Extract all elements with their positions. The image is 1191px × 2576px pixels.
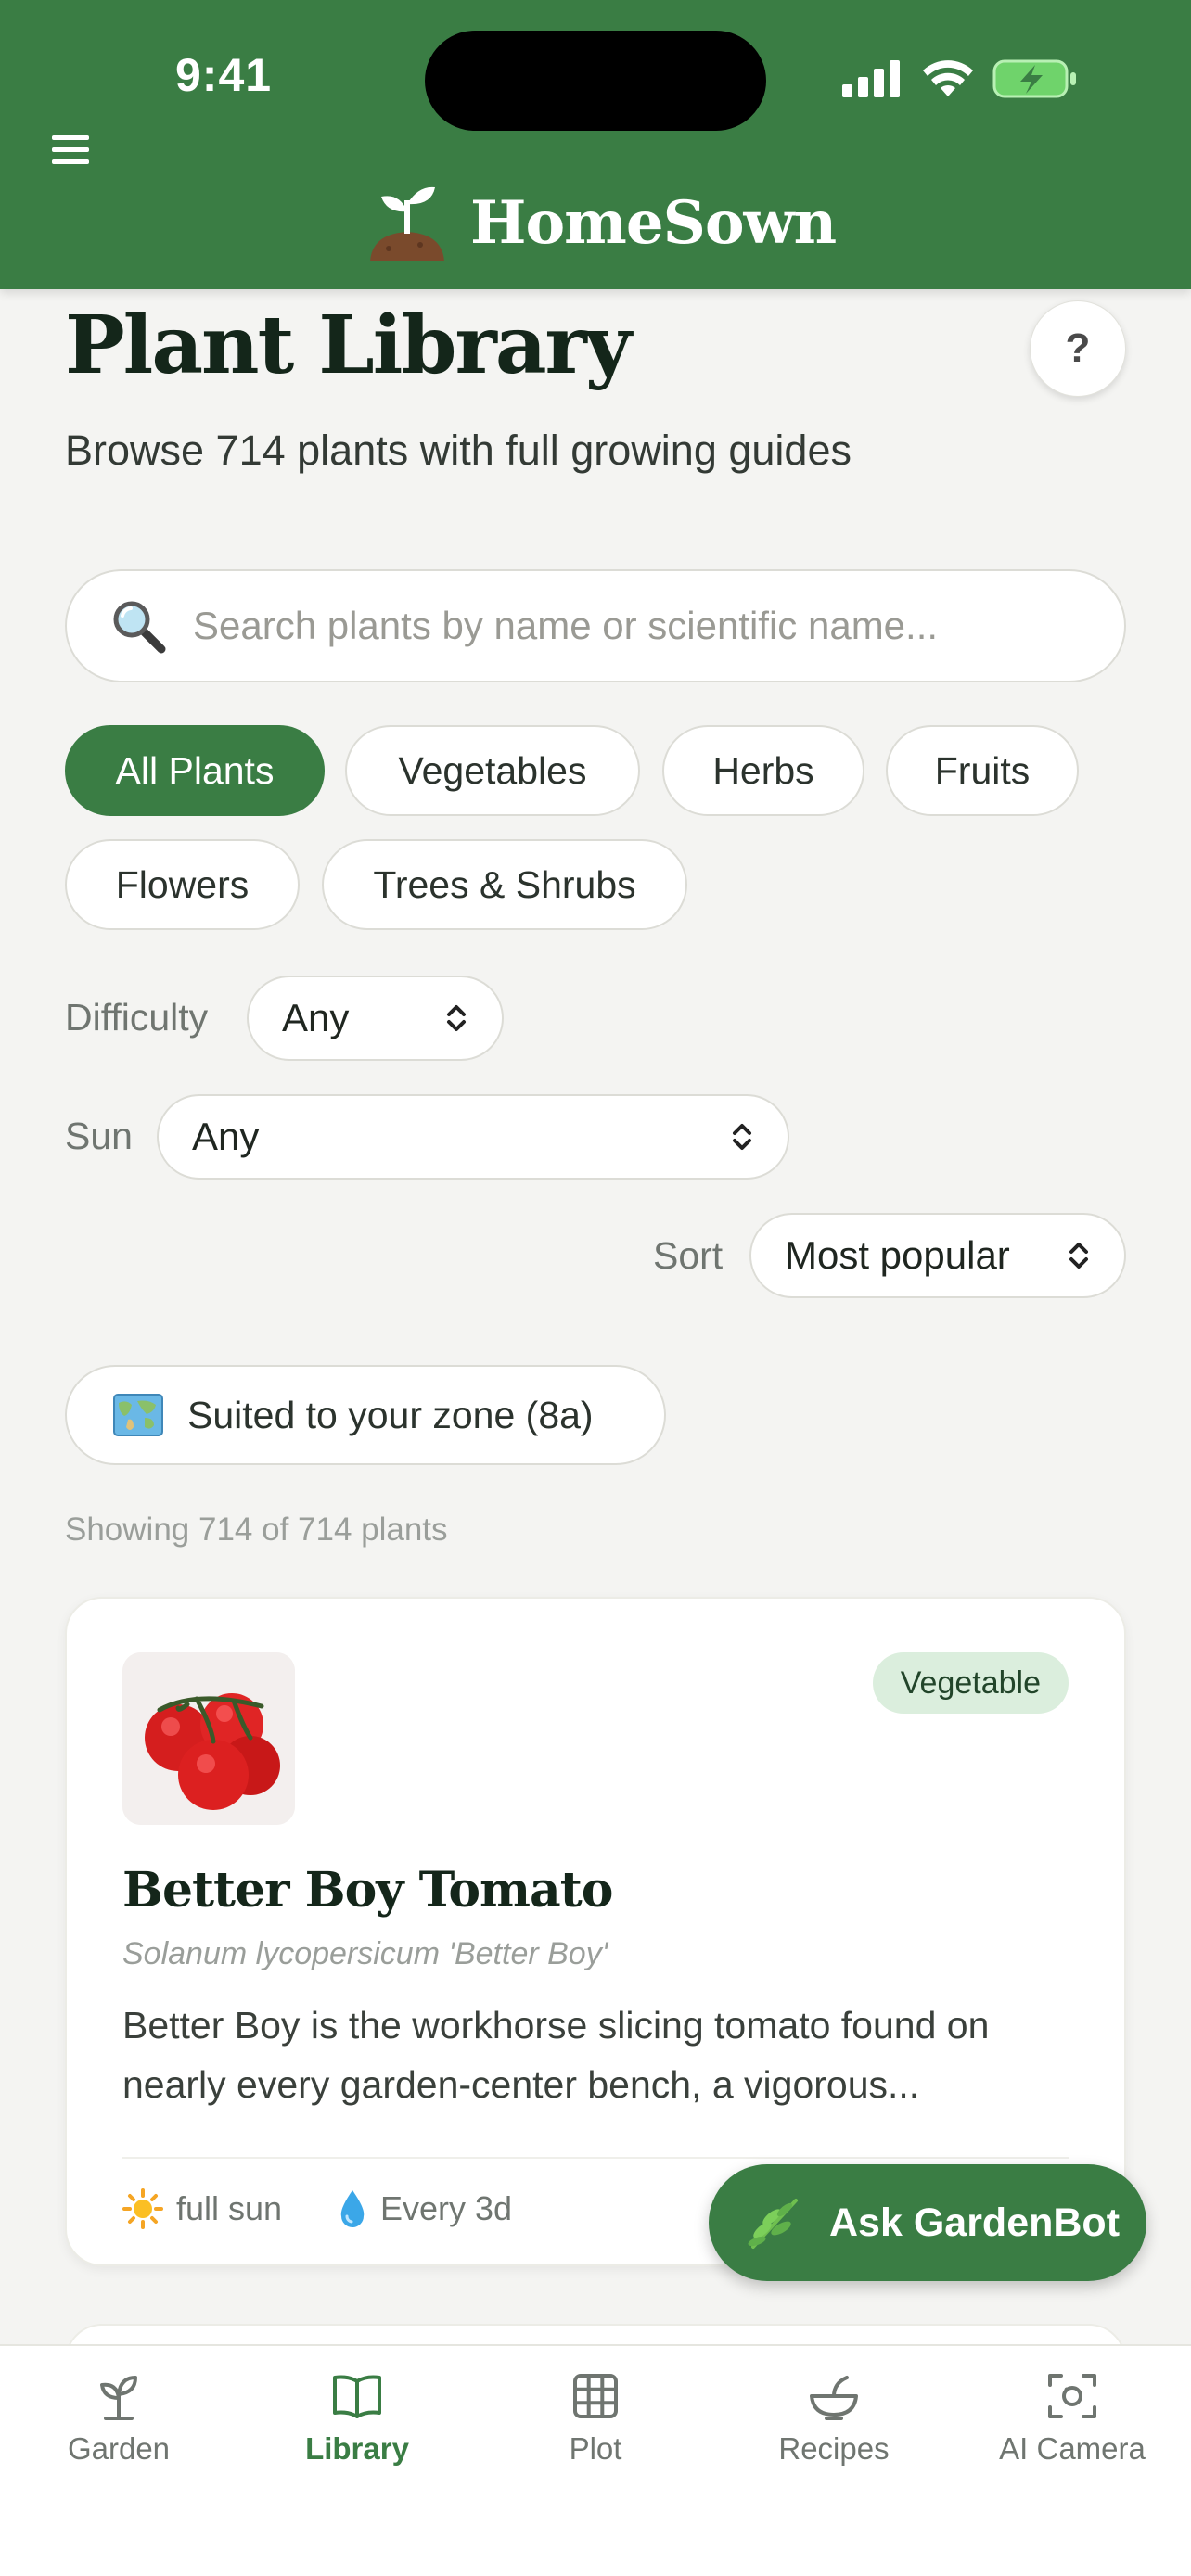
tomato-image bbox=[122, 1652, 295, 1825]
search-input[interactable] bbox=[193, 604, 1046, 648]
tab-ai-camera[interactable]: AI Camera bbox=[954, 2368, 1191, 2507]
sprout-icon bbox=[100, 2376, 137, 2420]
sun-label: Sun bbox=[65, 1115, 133, 1157]
plant-name: Better Boy Tomato bbox=[122, 1862, 613, 1919]
battery-charging-icon bbox=[992, 59, 1076, 98]
hamburger-icon bbox=[52, 135, 89, 164]
sun-value: Any bbox=[192, 1115, 260, 1158]
brand: HomeSown bbox=[366, 181, 837, 264]
page-subtitle: Browse 714 plants with full growing guid… bbox=[65, 427, 852, 474]
water-stat: Every 3d bbox=[338, 2188, 512, 2229]
water-stat-value: Every 3d bbox=[380, 2189, 513, 2227]
search-icon bbox=[113, 601, 166, 654]
chevron-up-down-icon bbox=[447, 1005, 466, 1031]
tab-plot-label: Plot bbox=[569, 2431, 622, 2466]
water-drop-icon bbox=[340, 2190, 365, 2227]
bottom-tab-bar: Garden Library Plot Recipes AI Camera bbox=[0, 2344, 1191, 2576]
zone-filter-label: Suited to your zone (8a) bbox=[187, 1393, 594, 1436]
sun-select[interactable]: Any bbox=[157, 1094, 789, 1180]
card-divider bbox=[122, 2157, 1069, 2159]
results-count: Showing 714 of 714 plants bbox=[65, 1511, 448, 1548]
wifi-icon bbox=[923, 60, 973, 96]
grid-icon bbox=[573, 2374, 618, 2418]
book-icon bbox=[333, 2375, 381, 2418]
camera-scan-icon bbox=[1048, 2374, 1096, 2418]
difficulty-value: Any bbox=[282, 996, 350, 1039]
zone-filter-button[interactable]: Suited to your zone (8a) bbox=[65, 1365, 666, 1465]
sort-select[interactable]: Most popular bbox=[749, 1213, 1126, 1298]
category-chip-trees-shrubs[interactable]: Trees & Shrubs bbox=[322, 839, 687, 930]
tab-library[interactable]: Library bbox=[238, 2368, 476, 2507]
page-title: Plant Library bbox=[65, 299, 632, 392]
sort-label: Sort bbox=[653, 1234, 724, 1277]
plant-thumbnail bbox=[122, 1652, 295, 1825]
category-chip-herbs[interactable]: Herbs bbox=[662, 725, 864, 816]
search-bar bbox=[65, 569, 1126, 682]
bowl-icon bbox=[810, 2376, 858, 2420]
category-badge: Vegetable bbox=[872, 1652, 1069, 1714]
chevron-up-down-icon bbox=[1069, 1243, 1088, 1269]
status-icons bbox=[842, 56, 1078, 102]
dynamic-island bbox=[425, 31, 766, 131]
difficulty-select[interactable]: Any bbox=[247, 976, 504, 1061]
category-chip-vegetables[interactable]: Vegetables bbox=[345, 725, 640, 816]
tab-library-label: Library bbox=[305, 2431, 409, 2466]
herb-icon bbox=[748, 2199, 798, 2249]
category-chip-all-plants[interactable]: All Plants bbox=[65, 725, 325, 816]
tab-garden-label: Garden bbox=[67, 2431, 171, 2466]
brand-name: HomeSown bbox=[470, 187, 837, 258]
tab-recipes-label: Recipes bbox=[778, 2431, 890, 2466]
app-header: 9:41 HomeSown bbox=[0, 0, 1191, 289]
signal-icon bbox=[842, 60, 900, 97]
difficulty-label: Difficulty bbox=[65, 996, 209, 1039]
sun-icon bbox=[122, 2188, 163, 2229]
tab-garden[interactable]: Garden bbox=[0, 2368, 237, 2507]
category-chip-flowers[interactable]: Flowers bbox=[65, 839, 300, 930]
category-chip-fruits[interactable]: Fruits bbox=[886, 725, 1079, 816]
status-time: 9:41 bbox=[175, 49, 273, 101]
tab-plot[interactable]: Plot bbox=[477, 2368, 714, 2507]
seedling-logo-icon bbox=[370, 186, 444, 261]
tab-ai-camera-label: AI Camera bbox=[999, 2431, 1146, 2466]
ask-gardenbot-label: Ask GardenBot bbox=[829, 2200, 1121, 2245]
sun-stat-value: full sun bbox=[176, 2189, 283, 2227]
sun-stat: full sun bbox=[122, 2188, 282, 2229]
world-map-icon bbox=[113, 1394, 163, 1436]
help-button[interactable]: ? bbox=[1030, 300, 1126, 397]
sort-value: Most popular bbox=[785, 1233, 1010, 1277]
menu-button[interactable] bbox=[48, 128, 93, 172]
ask-gardenbot-button[interactable]: Ask GardenBot bbox=[709, 2164, 1146, 2281]
plant-description: Better Boy is the workhorse slicing toma… bbox=[122, 2004, 990, 2106]
tab-recipes[interactable]: Recipes bbox=[715, 2368, 953, 2507]
plant-scientific-name: Solanum lycopersicum 'Better Boy' bbox=[122, 1936, 608, 1971]
chevron-up-down-icon bbox=[733, 1124, 751, 1150]
